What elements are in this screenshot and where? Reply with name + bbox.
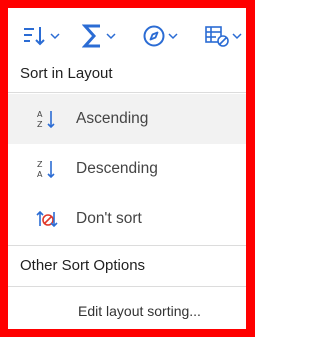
highlight-frame [0,0,255,337]
